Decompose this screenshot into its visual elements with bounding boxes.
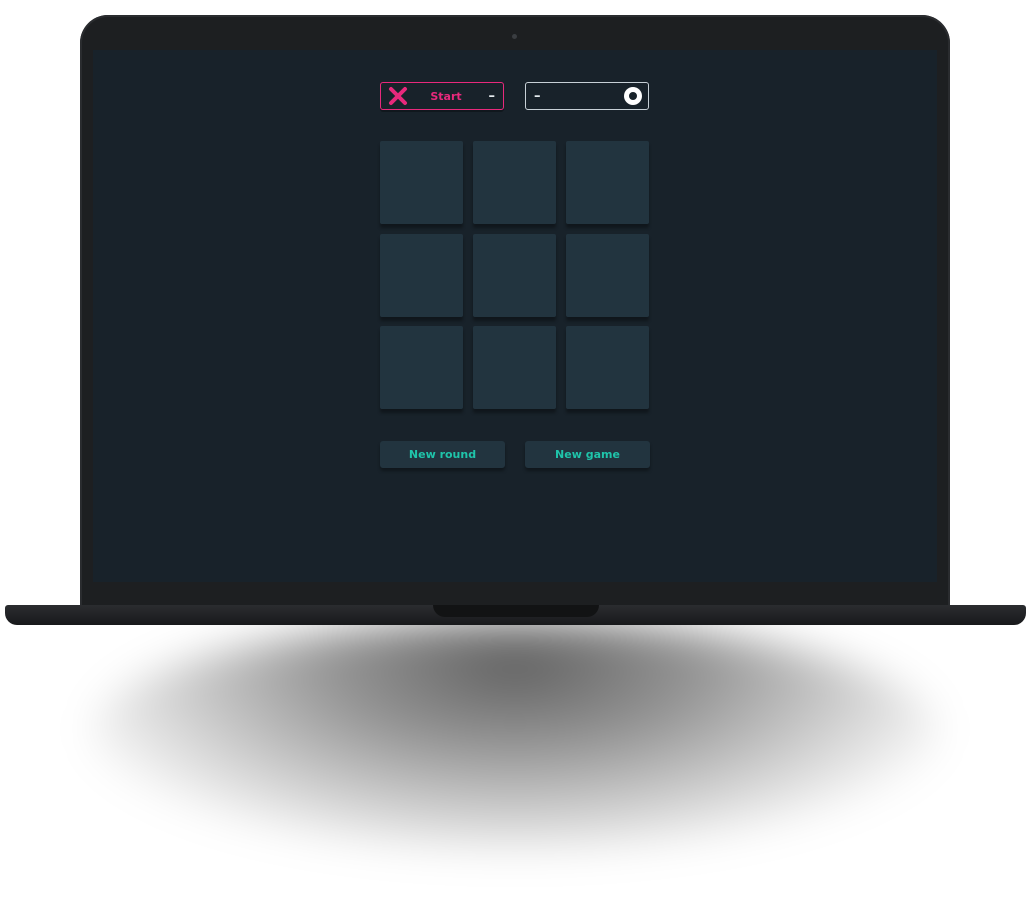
board-cell[interactable] (473, 234, 556, 317)
board-cell[interactable] (473, 326, 556, 409)
board-cell[interactable] (380, 141, 463, 224)
player-o-score: – (534, 88, 541, 104)
laptop-shadow (90, 620, 940, 850)
webcam (512, 34, 517, 39)
o-icon (624, 87, 642, 105)
turn-status: Start (430, 89, 462, 103)
player-o-panel: – (525, 82, 649, 110)
laptop-mockup: Start – – New round New game (0, 0, 1028, 910)
player-x-score: – (488, 88, 496, 104)
board-cell[interactable] (566, 141, 649, 224)
board-cell[interactable] (380, 234, 463, 317)
screen-bezel (93, 582, 937, 604)
game-board (380, 141, 650, 411)
game-screen: Start – – New round New game (93, 50, 937, 582)
board-cell[interactable] (473, 141, 556, 224)
new-game-button[interactable]: New game (525, 441, 650, 468)
board-cell[interactable] (380, 326, 463, 409)
laptop-notch (433, 605, 599, 617)
x-icon (389, 87, 407, 105)
board-cell[interactable] (566, 326, 649, 409)
board-cell[interactable] (566, 234, 649, 317)
new-round-button[interactable]: New round (380, 441, 505, 468)
player-x-panel: Start – (380, 82, 504, 110)
